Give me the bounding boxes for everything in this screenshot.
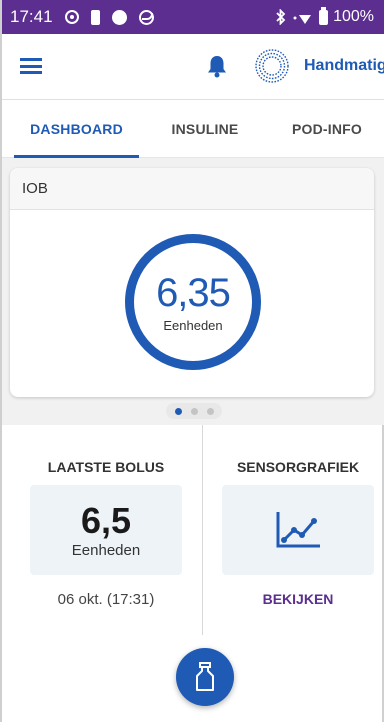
tab-pod-info[interactable]: POD-INFO bbox=[272, 100, 382, 158]
last-bolus-box: 6,5 Eenheden bbox=[30, 485, 182, 575]
page-dot-3[interactable] bbox=[206, 407, 214, 415]
battery-icon bbox=[319, 6, 329, 25]
circle-icon bbox=[111, 9, 127, 25]
sensor-graph-box[interactable] bbox=[222, 485, 374, 575]
status-system-icons: 100% bbox=[275, 6, 374, 26]
iob-unit: Eenheden bbox=[163, 317, 223, 333]
sensor-graph-title: SENSORGRAFIEK bbox=[236, 459, 360, 475]
bell-icon[interactable] bbox=[206, 54, 228, 78]
mode-label[interactable]: Handmatig bbox=[304, 57, 384, 75]
profile-ring-icon[interactable] bbox=[254, 48, 290, 84]
last-bolus-value: 6,5 bbox=[80, 499, 132, 541]
bolus-button[interactable] bbox=[176, 648, 234, 706]
summary-panel: LAATSTE BOLUS 6,5 Eenheden 06 okt. (17:3… bbox=[0, 425, 384, 722]
page-dot-2[interactable] bbox=[190, 407, 198, 415]
screen: 17:41 100% Handmatig DASHBOARD INSULINE … bbox=[0, 0, 384, 722]
status-notification-icons bbox=[64, 9, 154, 25]
graph-icon bbox=[276, 512, 320, 548]
last-bolus-title: LAATSTE BOLUS bbox=[47, 459, 165, 475]
tab-indicator bbox=[14, 155, 139, 158]
data-saver-icon bbox=[138, 9, 154, 25]
menu-icon[interactable] bbox=[20, 58, 42, 74]
column-divider bbox=[202, 425, 203, 635]
insulin-vial-icon bbox=[196, 662, 214, 691]
iob-value: 6,35 bbox=[156, 270, 231, 315]
target-icon bbox=[64, 10, 79, 24]
last-bolus-unit: Eenheden bbox=[71, 541, 141, 559]
page-indicator[interactable] bbox=[166, 403, 222, 419]
wifi-icon bbox=[293, 15, 312, 24]
tab-dashboard[interactable]: DASHBOARD bbox=[14, 100, 139, 158]
screen-edge-left bbox=[0, 0, 2, 722]
app-bar: Handmatig bbox=[0, 34, 384, 100]
battery-level: 100% bbox=[333, 8, 374, 25]
bluetooth-icon bbox=[276, 9, 286, 25]
sensor-view-link[interactable]: BEKIJKEN bbox=[222, 591, 374, 607]
iob-card-title: IOB bbox=[10, 168, 374, 210]
status-time: 17:41 bbox=[10, 7, 53, 26]
last-bolus-time: 06 okt. (17:31) bbox=[57, 591, 155, 608]
tab-bar: DASHBOARD INSULINE POD-INFO bbox=[0, 100, 384, 158]
iob-ring: 6,35 Eenheden bbox=[125, 234, 261, 370]
tab-insuline[interactable]: INSULINE bbox=[150, 100, 260, 158]
phone-icon bbox=[90, 9, 100, 25]
status-bar: 17:41 100% bbox=[0, 0, 384, 34]
iob-card[interactable]: IOB 6,35 Eenheden bbox=[10, 168, 374, 397]
page-dot-1[interactable] bbox=[174, 407, 182, 415]
